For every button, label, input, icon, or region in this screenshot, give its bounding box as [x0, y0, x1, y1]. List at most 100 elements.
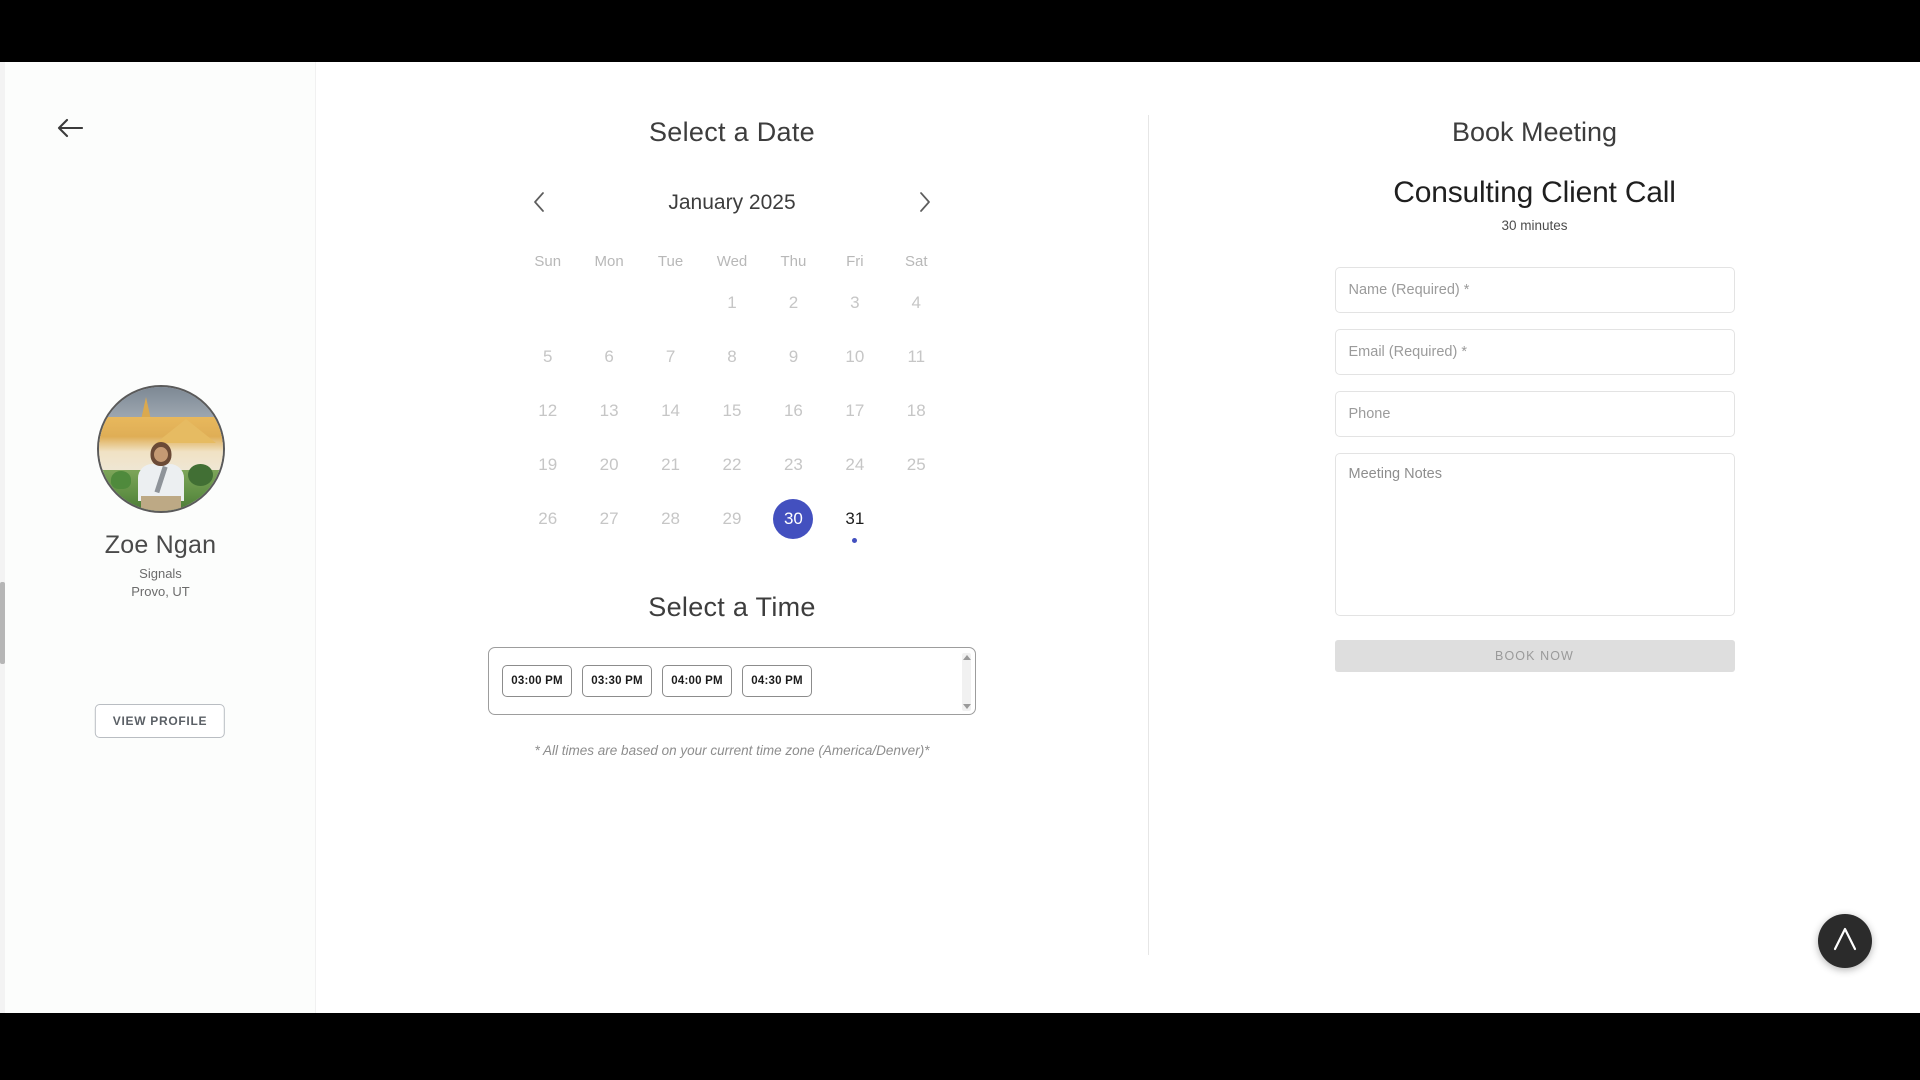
calendar-day-23: 23: [763, 438, 824, 492]
caret-down-icon[interactable]: [962, 704, 971, 709]
calendar-blank-cell: [640, 276, 701, 330]
calendar-day-number: 14: [661, 401, 681, 420]
calendar-day-number: 11: [907, 347, 926, 366]
availability-dot: [852, 538, 858, 543]
avatar: [96, 385, 225, 513]
letterbox-bottom: [0, 1013, 1920, 1080]
timezone-note: * All times are based on your current ti…: [534, 743, 930, 758]
calendar-day-31[interactable]: 31: [824, 492, 885, 546]
profile-block: Zoe Ngan Signals Provo, UT: [5, 385, 316, 599]
event-name: Consulting Client Call: [1393, 176, 1676, 209]
calendar-day-13: 13: [578, 384, 639, 438]
calendar-day-7: 7: [640, 330, 701, 384]
calendar-day-number: 30: [773, 499, 814, 539]
calendar-day-number: 3: [850, 293, 860, 312]
calendar-day-8: 8: [701, 330, 762, 384]
prev-month-button[interactable]: [522, 186, 556, 220]
calendar-day-3: 3: [824, 276, 885, 330]
calendar-day-25: 25: [886, 438, 947, 492]
name-field[interactable]: [1334, 267, 1735, 313]
time-slots-container: 03:00 PM 03:30 PM 04:00 PM 04:30 PM: [488, 647, 976, 715]
caret-up-icon[interactable]: [962, 655, 971, 660]
calendar-day-6: 6: [578, 330, 639, 384]
profile-company: Signals: [139, 566, 182, 581]
back-button[interactable]: [52, 110, 88, 146]
book-now-button[interactable]: BOOK NOW: [1334, 640, 1735, 672]
arrow-left-icon: [57, 118, 83, 138]
profile-name: Zoe Ngan: [104, 531, 217, 559]
time-slots-scrollbar[interactable]: [962, 653, 971, 711]
calendar-day-number: 10: [845, 347, 865, 366]
calendar-day-12: 12: [517, 384, 578, 438]
calendar-day-20: 20: [578, 438, 639, 492]
calendar-day-28: 28: [640, 492, 701, 546]
month-label: January 2025: [668, 191, 796, 214]
calendar-day-19: 19: [517, 438, 578, 492]
calendar-day-number: 18: [906, 401, 926, 420]
calendar-day-number: 5: [542, 347, 553, 366]
phone-field[interactable]: [1334, 391, 1735, 437]
select-time-title: Select a Time: [648, 592, 816, 622]
calendar-day-9: 9: [763, 330, 824, 384]
email-field[interactable]: [1334, 329, 1735, 375]
profile-location: Provo, UT: [131, 584, 190, 599]
calendar-day-number: 22: [722, 455, 742, 474]
calendar-grid: Sun Mon Tue Wed Thu Fri Sat 1 2 3 4 5 6 7 8 9 10 11 12 13 14…: [517, 246, 947, 546]
calendar-day-15: 15: [701, 384, 762, 438]
calendar-day-number: 6: [604, 347, 614, 366]
calendar-blank-cell: [517, 276, 578, 330]
calendar-day-4: 4: [886, 276, 947, 330]
booking-panel: Book Meeting Consulting Client Call 30 m…: [1149, 62, 1920, 1013]
calendar-day-30[interactable]: 30: [763, 492, 824, 546]
app-viewport: Zoe Ngan Signals Provo, UT VIEW PROFILE …: [0, 62, 1920, 1013]
calendar-day-17: 17: [824, 384, 885, 438]
time-slot-0400pm[interactable]: 04:00 PM: [662, 665, 732, 697]
calendar-day-21: 21: [640, 438, 701, 492]
calendar-day-number: 17: [845, 401, 865, 420]
month-navigation-bar: January 2025: [522, 186, 942, 220]
calendar-day-number: 16: [783, 401, 803, 420]
letterbox-top: [0, 0, 1920, 62]
calendar-day-number: 27: [599, 509, 619, 528]
calendar-day-26: 26: [517, 492, 578, 546]
time-slot-0330pm[interactable]: 03:30 PM: [582, 665, 652, 697]
meeting-notes-field[interactable]: [1334, 453, 1735, 616]
day-of-week-header: Wed: [716, 252, 748, 270]
calendar-day-number: 20: [599, 455, 619, 474]
calendar-day-24: 24: [824, 438, 885, 492]
day-of-week-header: Sat: [905, 252, 928, 270]
calendar-day-27: 27: [578, 492, 639, 546]
calendar-day-1: 1: [701, 276, 762, 330]
calendar-day-number: 1: [727, 293, 737, 312]
calendar-day-number: 25: [906, 455, 926, 474]
calendar-day-5: 5: [517, 330, 578, 384]
calendar-day-11: 11: [886, 330, 947, 384]
calendar-day-29: 29: [701, 492, 762, 546]
calendar-day-number: 28: [661, 509, 681, 528]
calendar-day-22: 22: [701, 438, 762, 492]
calendar-day-number: 26: [538, 509, 558, 528]
booking-form: BOOK NOW: [1334, 267, 1735, 672]
calendar-blank-cell: [578, 276, 639, 330]
calendar-day-2: 2: [763, 276, 824, 330]
view-profile-button[interactable]: VIEW PROFILE: [94, 704, 226, 738]
calendar-day-number: 2: [788, 293, 799, 312]
calendar-day-number: 9: [788, 347, 799, 366]
lambda-logo-icon: [1830, 924, 1860, 959]
book-meeting-title: Book Meeting: [1451, 117, 1618, 147]
next-month-button[interactable]: [908, 186, 942, 220]
calendar-day-10: 10: [824, 330, 885, 384]
calendar-day-number: 8: [727, 347, 737, 366]
calendar-day-18: 18: [886, 384, 947, 438]
calendar-day-16: 16: [763, 384, 824, 438]
day-of-week-header: Thu: [780, 252, 807, 270]
calendar-day-number: 29: [722, 509, 742, 528]
time-slot-0430pm[interactable]: 04:30 PM: [742, 665, 812, 697]
calendar-day-number: 19: [538, 455, 558, 474]
calendar-day-number: 13: [599, 401, 619, 420]
calendar-day-number: 24: [845, 455, 865, 474]
chevron-right-icon: [919, 191, 931, 215]
floating-brand-badge[interactable]: [1818, 914, 1872, 968]
time-slot-0300pm[interactable]: 03:00 PM: [502, 665, 572, 697]
day-of-week-header: Fri: [846, 252, 864, 270]
